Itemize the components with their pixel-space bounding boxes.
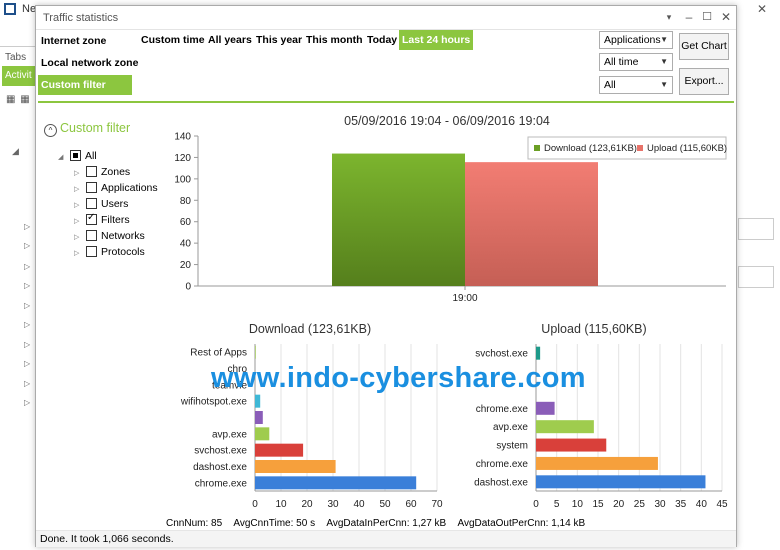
download-chart-bar [255, 460, 336, 473]
upload-chart-x-tick-label: 35 [675, 499, 687, 510]
background-tabs-label: Tabs [5, 52, 27, 63]
main-chart-y-tick-label: 40 [180, 239, 192, 250]
main-chart-y-tick-label: 140 [174, 132, 191, 143]
download-chart-category-label: Rest of Apps [190, 348, 247, 359]
upload-chart-bar [536, 346, 541, 360]
download-chart-x-tick-label: 50 [379, 499, 391, 510]
download-chart-category-label: chrome.exe [195, 478, 248, 489]
view-grid-icon[interactable]: ▦ ▦ [6, 94, 31, 105]
tree-expand-icon[interactable]: ◢ [12, 146, 19, 157]
download-chart-title: Download (123,61KB) [249, 322, 371, 336]
download-chart-bar [255, 394, 261, 408]
download-chart-x-tick-label: 10 [275, 499, 287, 510]
upload-chart-category-label: svchost.exe [475, 349, 528, 360]
download-chart-bar [255, 411, 263, 424]
stat-cnn-num: CnnNum: 85 [166, 518, 223, 529]
stat-avg-cnn-time: AvgCnnTime: 50 s [233, 518, 316, 529]
tree-expand-icon[interactable]: ▷ [24, 241, 30, 250]
tree-expand-icon[interactable]: ▷ [24, 301, 30, 310]
stat-avg-out: AvgDataOutPerCnn: 1,14 kB [457, 518, 586, 529]
status-text: Done. It took 1,066 seconds. [40, 533, 174, 545]
main-chart-bar-upload [465, 162, 598, 286]
main-chart-title: 05/09/2016 19:04 - 06/09/2016 19:04 [344, 114, 550, 128]
download-chart-bar [255, 345, 256, 359]
background-input-field[interactable] [738, 218, 774, 240]
background-activity-tab[interactable]: Activit [2, 66, 35, 86]
main-chart-y-tick-label: 120 [174, 153, 191, 164]
legend-swatch-download [534, 145, 540, 151]
upload-chart-x-tick-label: 0 [533, 499, 539, 510]
download-chart-bar [255, 443, 304, 457]
upload-chart-x-tick-label: 25 [634, 499, 646, 510]
upload-chart-x-tick-label: 45 [716, 499, 728, 510]
upload-chart-x-tick-label: 10 [572, 499, 584, 510]
background-input-field[interactable] [738, 266, 774, 288]
tree-expand-icon[interactable]: ▷ [24, 281, 30, 290]
traffic-statistics-dialog: Traffic statistics ▾ – ☐ ✕ Internet zone… [35, 5, 737, 547]
download-chart-x-tick-label: 70 [431, 499, 443, 510]
background-close-icon[interactable]: ✕ [757, 2, 767, 16]
legend-label-download: Download (123,61KB) [544, 143, 637, 154]
upload-chart-bar [536, 420, 594, 434]
upload-chart-x-tick-label: 40 [696, 499, 708, 510]
upload-chart-x-tick-label: 5 [554, 499, 560, 510]
upload-chart-category-label: chrome.exe [476, 404, 529, 415]
tree-expand-icon[interactable]: ▷ [24, 320, 30, 329]
download-chart-x-tick-label: 30 [327, 499, 339, 510]
main-chart-bar-download [332, 153, 465, 286]
download-chart-x-tick-label: 40 [353, 499, 365, 510]
status-bar: Done. It took 1,066 seconds. [36, 530, 736, 547]
upload-chart-x-tick-label: 30 [654, 499, 666, 510]
tree-expand-icon[interactable]: ▷ [24, 398, 30, 407]
stat-avg-in: AvgDataInPerCnn: 1,27 kB [326, 518, 447, 529]
upload-chart-bar [536, 438, 607, 452]
upload-chart-x-tick-label: 15 [592, 499, 604, 510]
upload-chart-x-tick-label: 20 [613, 499, 625, 510]
charts-canvas: 05/09/2016 19:04 - 06/09/2016 19:04 0 20 40… [174, 114, 728, 510]
upload-chart-category-label: avp.exe [493, 422, 528, 433]
tree-expand-icon[interactable]: ▷ [24, 340, 30, 349]
download-chart-category-label: svchost.exe [194, 446, 247, 457]
main-chart-x-tick-label: 19:00 [452, 293, 477, 304]
download-chart-x-tick-label: 20 [301, 499, 313, 510]
download-chart-bar [255, 476, 417, 490]
main-chart-y-tick-label: 80 [180, 196, 192, 207]
download-chart-x-tick-label: 0 [252, 499, 258, 510]
main-chart-y-tick-label: 20 [180, 260, 192, 271]
download-chart-category-label: avp.exe [212, 429, 247, 440]
upload-chart-bar [536, 401, 555, 415]
background-divider [0, 46, 35, 47]
legend-label-upload: Upload (115,60KB) [647, 143, 727, 154]
tree-expand-icon[interactable]: ▷ [24, 222, 30, 231]
download-chart-x-tick-label: 60 [405, 499, 417, 510]
download-chart-bar [255, 427, 270, 441]
main-chart-y-tick-label: 0 [185, 282, 191, 293]
tree-expand-icon[interactable]: ▷ [24, 262, 30, 271]
connection-stats: CnnNum: 85 AvgCnnTime: 50 s AvgDataInPer… [166, 518, 594, 529]
download-chart-category-label: wifihotspot.exe [180, 397, 248, 408]
legend-swatch-upload [637, 145, 643, 151]
app-logo-icon [4, 3, 16, 15]
upload-chart-bar [536, 475, 706, 489]
download-chart-category-label: dashost.exe [193, 462, 247, 473]
main-chart-y-tick-label: 60 [180, 217, 192, 228]
upload-chart-title: Upload (115,60KB) [541, 322, 646, 336]
watermark-text: www.indo-cybershare.com [211, 362, 586, 394]
upload-chart-category-label: dashost.exe [474, 477, 528, 488]
upload-chart-category-label: chrome.exe [476, 459, 529, 470]
background-app-title: Ne [22, 3, 37, 15]
upload-chart-bar [536, 456, 658, 470]
upload-chart-category-label: system [496, 441, 528, 452]
tree-expand-icon[interactable]: ▷ [24, 359, 30, 368]
main-chart-y-tick-label: 100 [174, 174, 191, 185]
tree-expand-icon[interactable]: ▷ [24, 379, 30, 388]
